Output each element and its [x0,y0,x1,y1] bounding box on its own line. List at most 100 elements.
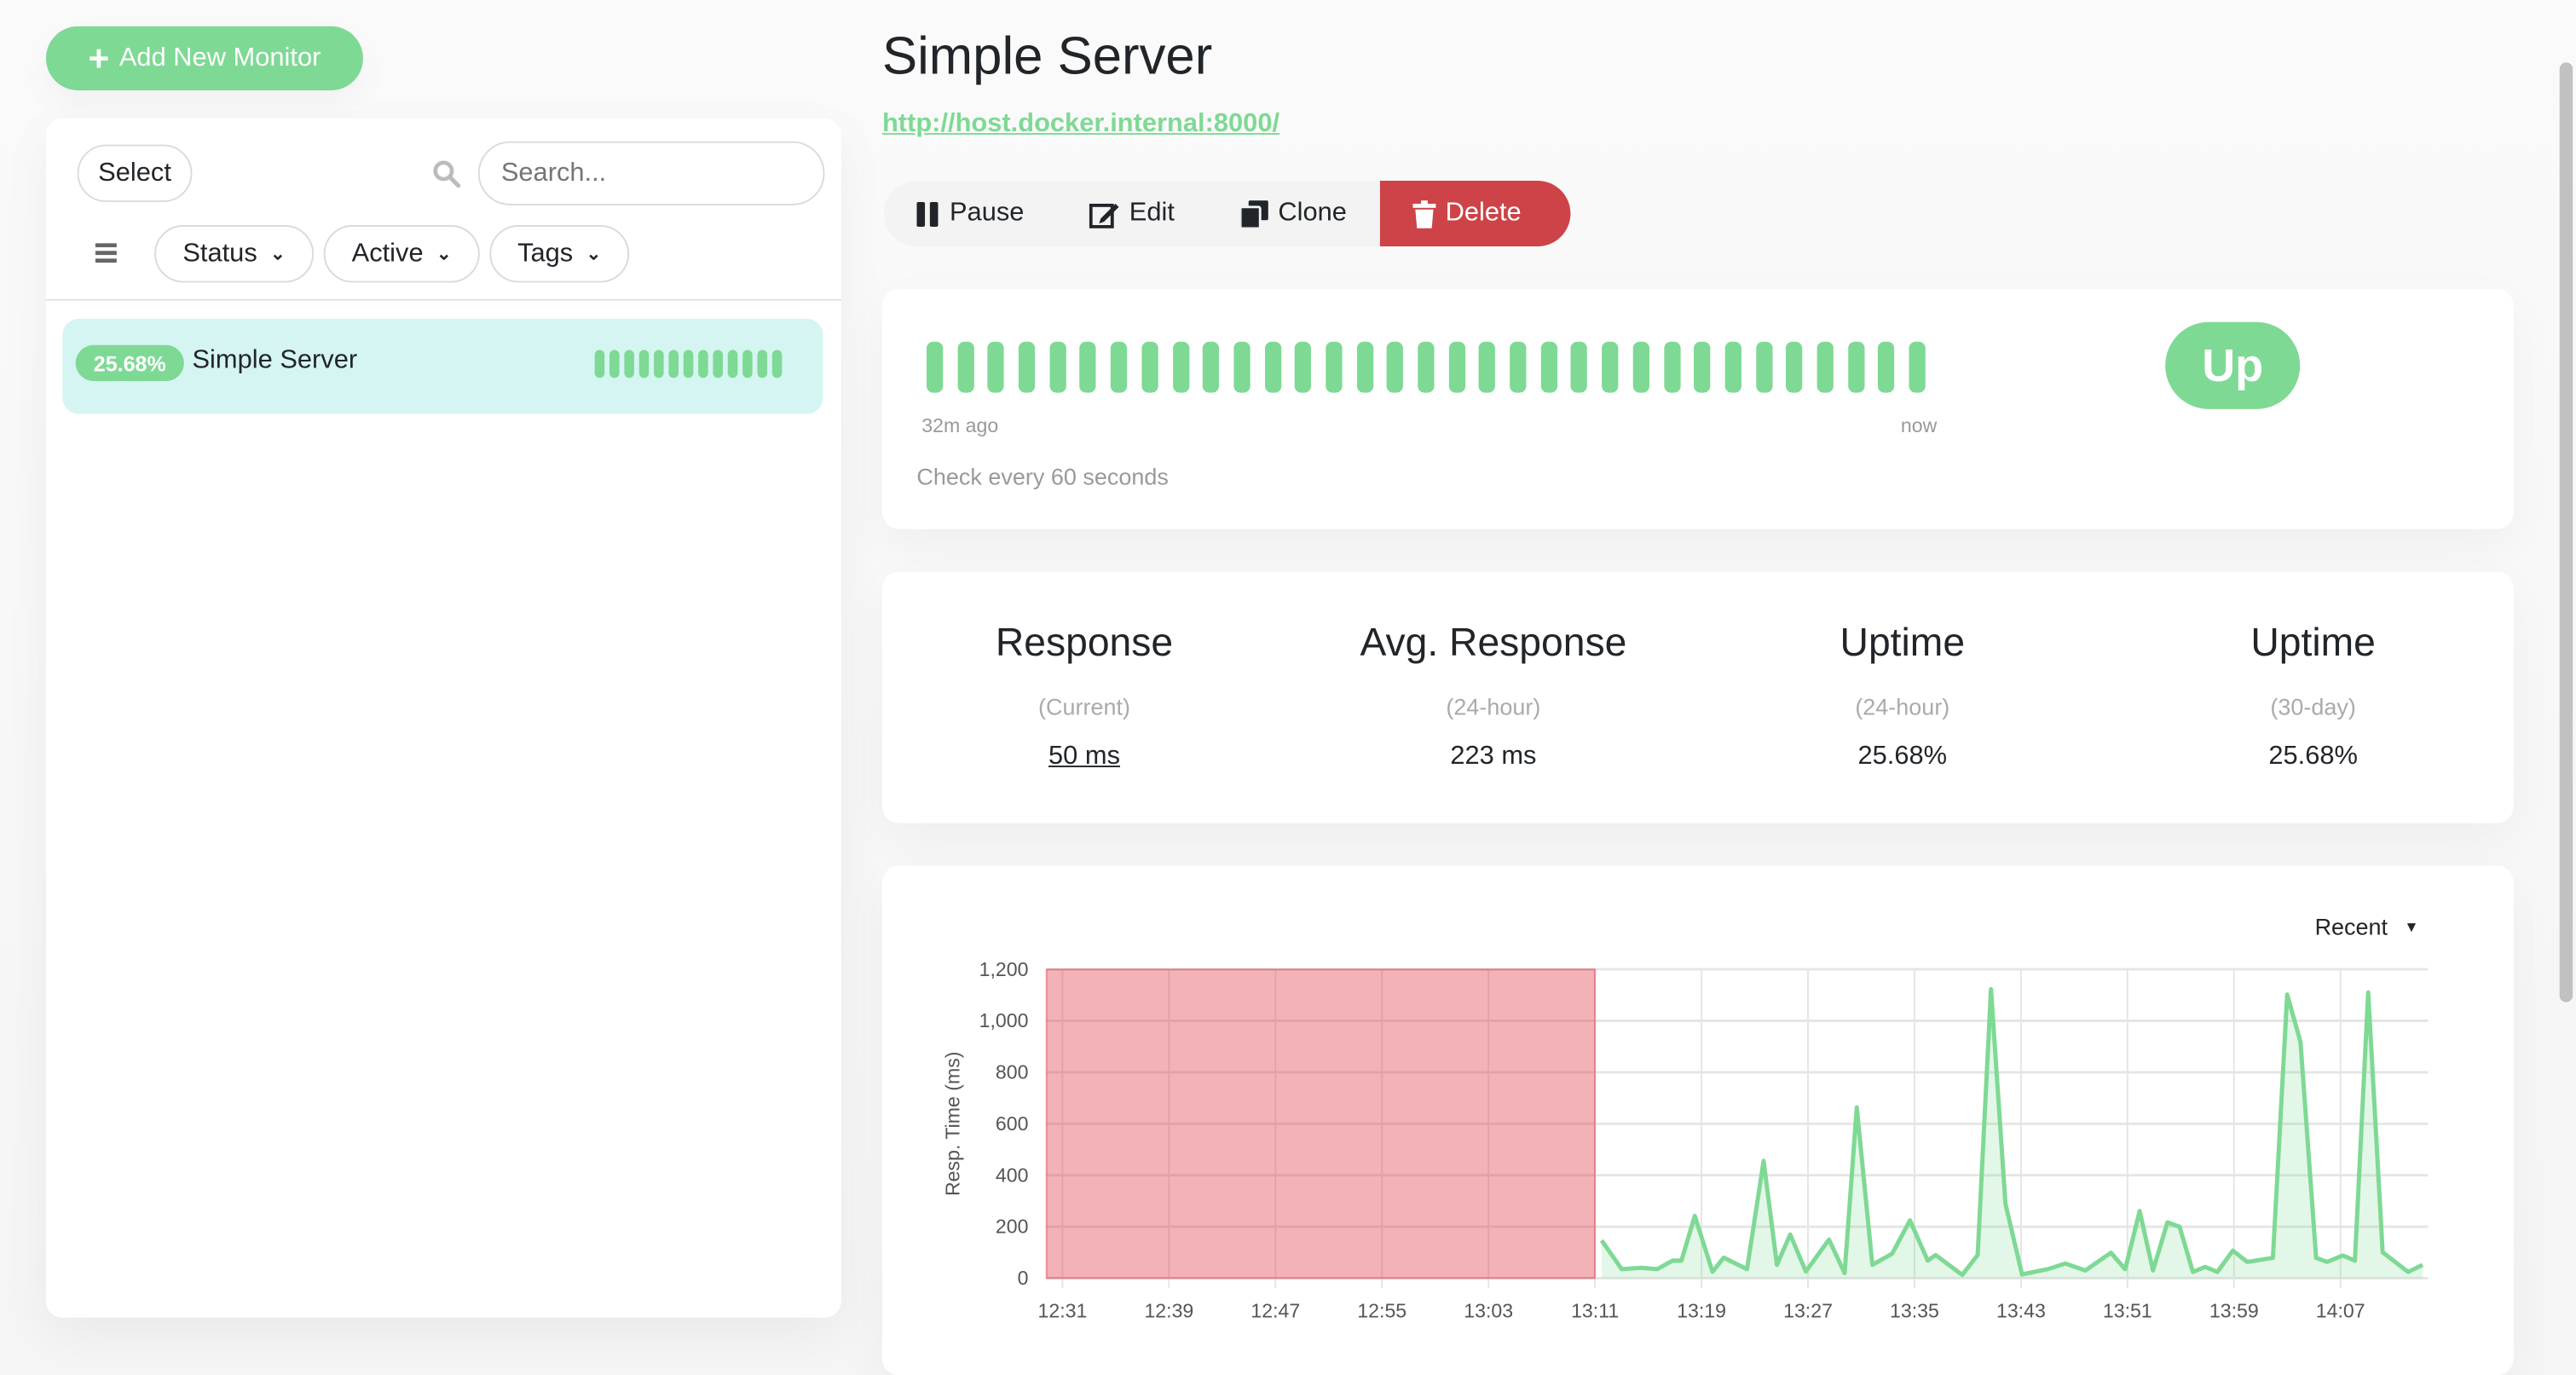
chevron-down-icon: ⌄ [586,243,602,264]
heartbeat-beat [1724,342,1741,393]
heartbeat-beat [1755,342,1771,393]
clone-icon [1240,199,1268,228]
monitor-list-panel: Select Status ⌄ Active⌄ Tags⌄ 25.68% Simp… [46,118,841,1318]
heartbeat-beat [668,350,678,378]
heartbeat-beat [988,342,1004,393]
heartbeat-beat [1571,342,1587,393]
heartbeat-beat [772,350,782,378]
edit-button[interactable]: Edit [1057,181,1207,246]
x-tick-label: 13:51 [2103,1300,2152,1322]
pause-button[interactable]: Pause [884,181,1057,246]
heartbeat-beat [957,342,973,393]
y-tick-label: 600 [996,1112,1029,1135]
heartbeat-beat [1909,342,1926,393]
pause-label: Pause [950,199,1024,228]
x-tick-label: 13:11 [1571,1300,1619,1322]
heartbeat-beat [624,350,633,378]
heartbeat-beat [927,342,943,393]
active-filter-dropdown[interactable]: Active⌄ [324,225,480,282]
select-label: Select [98,159,171,188]
x-tick-label: 12:55 [1357,1300,1406,1322]
heartbeat-beat [1847,342,1863,393]
heartbeat-beat [1049,342,1066,393]
stat-value[interactable]: 50 ms [879,742,1290,772]
chevron-down-icon: ⌄ [270,243,286,264]
heartbeat-beat [757,350,766,378]
y-tick-label: 400 [996,1164,1029,1186]
edit-label: Edit [1129,199,1175,228]
heartbeat-beat [1141,342,1158,393]
monitor-list-item[interactable]: 25.68% Simple Server [62,319,823,414]
plus-icon: + [89,40,110,76]
heartbeat-beat [698,350,708,378]
x-tick-label: 13:03 [1464,1300,1513,1322]
heartbeat-beat [1418,342,1434,393]
x-tick-label: 12:31 [1038,1300,1088,1322]
heartbeat-beat [684,350,693,378]
monitor-url-link[interactable]: http://host.docker.internal:8000/ [882,110,1279,140]
heartbeat-beat [654,350,663,378]
stat-value: 25.68% [1697,742,2108,772]
heartbeat-beat [1264,342,1280,393]
select-button[interactable]: Select [78,145,193,202]
y-tick-label: 1,000 [979,1009,1029,1031]
status-filter-dropdown[interactable]: Status ⌄ [154,225,314,282]
tags-filter-dropdown[interactable]: Tags⌄ [489,225,629,282]
heartbeat-beat [1019,342,1035,393]
trash-icon [1412,199,1435,228]
list-filter-icon[interactable] [95,243,118,263]
heartbeat-beat [728,350,737,378]
stat-value: 223 ms [1288,742,1699,772]
heartbeat-beat [1816,342,1833,393]
stat-subtitle: (24-hour) [1697,693,2108,719]
add-new-monitor-label: Add New Monitor [119,43,321,73]
monitor-name: Simple Server [192,347,357,377]
clone-button[interactable]: Clone [1207,181,1379,246]
heartbeat-card: 32m ago now Check every 60 seconds Up [882,289,2514,529]
stat-uptime-30d: Uptime(30-day)25.68% [2108,621,2519,772]
scrollbar[interactable] [2560,62,2573,1002]
heartbeat-beat [1172,342,1188,393]
stat-title: Response [879,621,1290,667]
heartbeat-beat [1694,342,1710,393]
x-tick-label: 13:27 [1783,1300,1833,1322]
delete-label: Delete [1446,199,1522,228]
heartbeat-beat [1203,342,1219,393]
heartbeat-beat [713,350,722,378]
stat-title: Avg. Response [1288,621,1699,667]
stat-subtitle: (30-day) [2108,693,2519,719]
heartbeat-beat [1510,342,1526,393]
x-tick-label: 12:39 [1144,1300,1193,1322]
heartbeat-end-label: now [1901,414,1937,437]
heartbeat-beat [1786,342,1802,393]
add-new-monitor-button[interactable]: + Add New Monitor [46,26,363,90]
y-axis-label: Resp. Time (ms) [942,1052,964,1196]
x-tick-label: 14:07 [2316,1300,2365,1322]
heartbeat-beat [1540,342,1557,393]
check-interval-text: Check every 60 seconds [916,463,1168,489]
status-filter-label: Status [182,239,257,269]
x-tick-label: 13:19 [1677,1300,1726,1322]
y-tick-label: 800 [996,1061,1029,1083]
x-tick-label: 13:35 [1890,1300,1939,1322]
heartbeat-beat [1326,342,1342,393]
stat-avg-response: Avg. Response(24-hour)223 ms [1288,621,1699,772]
x-tick-label: 13:43 [1996,1300,2046,1322]
downtime-region [1047,969,1595,1278]
heartbeat-beat [1111,342,1127,393]
search-input[interactable] [478,142,825,205]
stat-uptime-24h: Uptime(24-hour)25.68% [1697,621,2108,772]
y-tick-label: 200 [996,1216,1029,1238]
heartbeat-beat [1233,342,1250,393]
x-tick-label: 13:59 [2209,1300,2259,1322]
clone-label: Clone [1278,199,1347,228]
delete-button[interactable]: Delete [1379,181,1570,246]
divider [46,299,841,301]
edit-icon [1090,199,1120,228]
heartbeat-beat [1448,342,1464,393]
heartbeat-beat [1295,342,1311,393]
heartbeat-beat [1879,342,1895,393]
y-tick-label: 1,200 [979,958,1029,980]
stat-response: Response(Current)50 ms [879,621,1290,772]
status-badge: Up [2165,322,2300,409]
